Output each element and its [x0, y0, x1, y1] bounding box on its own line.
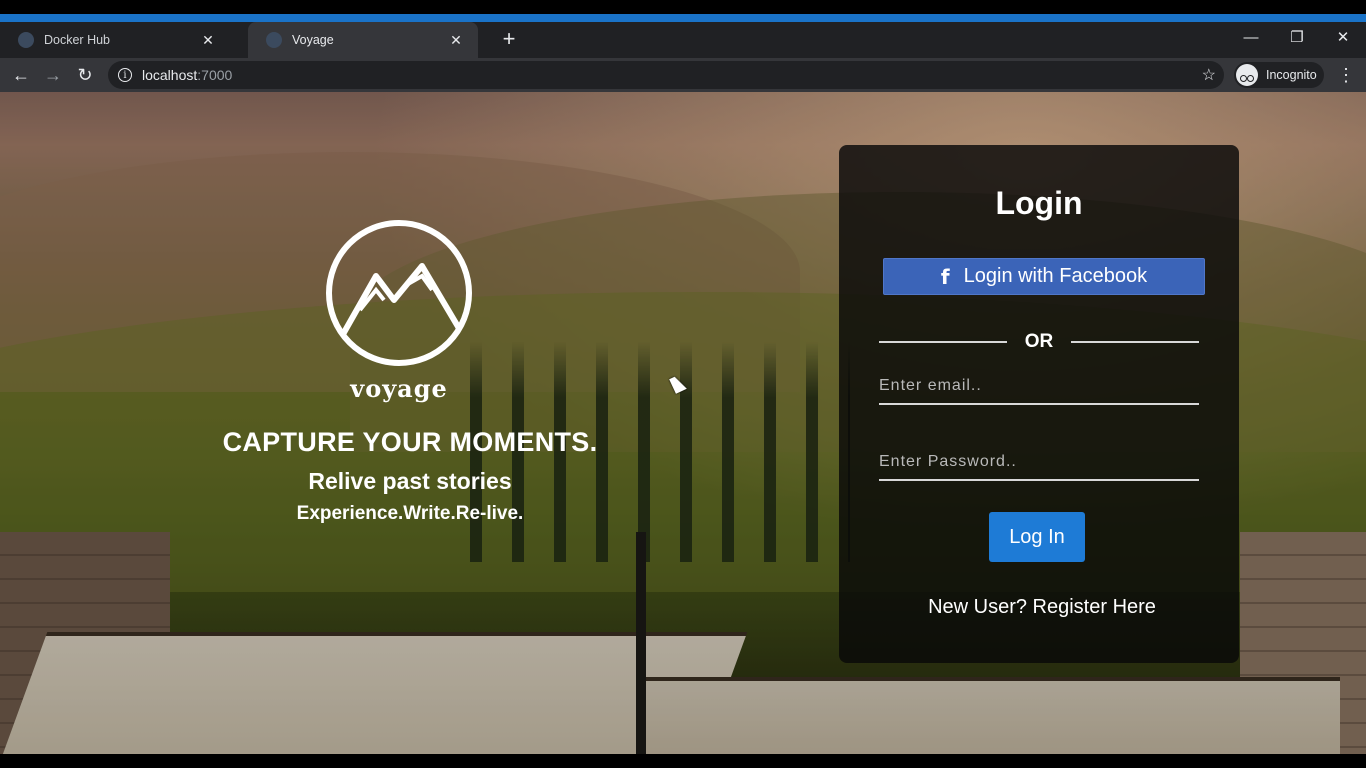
facebook-login-button[interactable]: f Login with Facebook: [883, 258, 1205, 295]
register-link[interactable]: New User? Register Here: [839, 596, 1245, 619]
close-icon: ✕: [1336, 29, 1350, 46]
facebook-icon: f: [940, 264, 950, 289]
email-field[interactable]: [879, 369, 1199, 405]
minimize-icon: —: [1243, 28, 1259, 46]
tab-strip: Docker Hub ✕ Voyage ✕ + — ❐ ✕: [0, 22, 1366, 58]
new-tab-button[interactable]: +: [497, 28, 521, 52]
docker-favicon-icon: [18, 32, 34, 48]
minimize-button[interactable]: —: [1228, 22, 1274, 52]
forward-button[interactable]: →: [40, 62, 66, 88]
more-vert-icon: ⋮: [1337, 64, 1355, 85]
incognito-label: Incognito: [1266, 68, 1317, 82]
incognito-badge[interactable]: Incognito: [1234, 62, 1324, 88]
tab-close-icon[interactable]: ✕: [198, 30, 218, 50]
password-field[interactable]: [879, 445, 1199, 481]
reload-button[interactable]: ↻: [72, 62, 98, 88]
or-text: OR: [1024, 331, 1054, 352]
url-port: :7000: [197, 67, 233, 83]
restore-button[interactable]: ❐: [1274, 22, 1320, 52]
arrow-left-icon: ←: [12, 64, 30, 85]
page-viewport: voyage CAPTURE YOUR MOMENTS. Relive past…: [0, 92, 1366, 754]
arrow-right-icon: →: [44, 64, 62, 85]
login-button[interactable]: Log In: [989, 512, 1085, 562]
or-divider: OR: [879, 331, 1199, 355]
login-card: Login f Login with Facebook OR Log In Ne…: [839, 145, 1239, 663]
hero-motto: Experience.Write.Re-live.: [296, 503, 524, 524]
brand-name: voyage: [350, 374, 448, 403]
globe-favicon-icon: [266, 32, 282, 48]
tab-docker-hub[interactable]: Docker Hub ✕: [0, 22, 230, 58]
window-bottom-border: [0, 754, 1366, 768]
plus-icon: +: [502, 26, 516, 51]
restore-icon: ❐: [1290, 29, 1304, 46]
back-button[interactable]: ←: [8, 62, 34, 88]
bookmark-star-icon[interactable]: ☆: [1202, 65, 1216, 85]
mountain-logo-icon: [324, 218, 474, 368]
info-icon[interactable]: i: [118, 68, 132, 82]
login-title: Login: [995, 185, 1083, 221]
incognito-icon: [1236, 64, 1258, 86]
reload-icon: ↻: [77, 64, 93, 85]
window-top-border: [0, 0, 1366, 22]
tab-title: Voyage: [292, 33, 334, 47]
browser-toolbar: ← → ↻ i localhost:7000 ☆ Incognito ⋮: [0, 58, 1366, 92]
close-window-button[interactable]: ✕: [1320, 22, 1366, 52]
facebook-login-label: Login with Facebook: [963, 265, 1148, 287]
browser-menu-button[interactable]: ⋮: [1336, 62, 1356, 88]
url-host: localhost: [142, 67, 198, 83]
tab-title: Docker Hub: [44, 33, 110, 47]
address-bar[interactable]: i localhost:7000 ☆: [108, 61, 1224, 89]
hero-section: voyage CAPTURE YOUR MOMENTS. Relive past…: [200, 218, 620, 525]
hero-headline: CAPTURE YOUR MOMENTS.: [222, 427, 598, 457]
tab-voyage[interactable]: Voyage ✕: [248, 22, 478, 58]
hero-tagline: Relive past stories: [308, 468, 512, 494]
tab-close-icon[interactable]: ✕: [446, 30, 466, 50]
